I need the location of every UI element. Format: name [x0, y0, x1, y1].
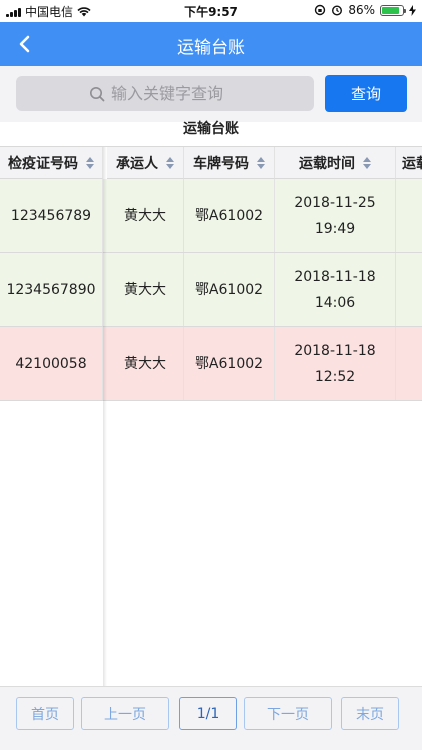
- search-box[interactable]: [16, 76, 314, 111]
- cell-time: 2018-11-25 19:49: [275, 179, 396, 252]
- sort-icon: [86, 156, 94, 169]
- charging-bolt-icon: [409, 4, 416, 16]
- nav-bar: 运输台账: [0, 22, 422, 66]
- cell-cert-no: 42100058: [0, 327, 103, 400]
- column-header-label: 车牌号码: [193, 155, 249, 172]
- cell-carrier: 黄大大: [107, 327, 184, 400]
- search-button[interactable]: 查询: [325, 75, 407, 112]
- cell-plate: 鄂A61002: [184, 253, 275, 326]
- table-row[interactable]: 1234567890 黄大大 鄂A61002 2018-11-18 14:06: [0, 253, 422, 327]
- next-page-button[interactable]: 下一页: [244, 697, 332, 730]
- column-header-label: 运载时间: [299, 155, 355, 172]
- cell-carrier: 黄大大: [107, 253, 184, 326]
- fixed-column-divider: [103, 147, 107, 687]
- cell-cargo-partial: [396, 327, 422, 400]
- prev-page-button[interactable]: 上一页: [81, 697, 169, 730]
- column-header-label: 承运人: [116, 155, 158, 172]
- rotation-lock-icon: [315, 4, 326, 16]
- current-page-indicator: 1/1: [179, 697, 237, 730]
- column-header-time[interactable]: 运载时间: [275, 147, 396, 179]
- cell-cert-no: 123456789: [0, 179, 103, 252]
- sort-icon: [363, 156, 371, 169]
- cell-time: 2018-11-18 12:52: [275, 327, 396, 400]
- page-title: 运输台账: [177, 38, 245, 58]
- first-page-button[interactable]: 首页: [16, 697, 74, 730]
- column-header-carrier[interactable]: 承运人: [107, 147, 184, 179]
- table-row[interactable]: 123456789 黄大大 鄂A61002 2018-11-25 19:49: [0, 179, 422, 253]
- cell-carrier: 黄大大: [107, 179, 184, 252]
- table-row[interactable]: 42100058 黄大大 鄂A61002 2018-11-18 12:52: [0, 327, 422, 401]
- cell-plate: 鄂A61002: [184, 179, 275, 252]
- cell-cert-no: 1234567890: [0, 253, 103, 326]
- column-header-plate[interactable]: 车牌号码: [184, 147, 275, 179]
- alarm-icon: [332, 5, 343, 16]
- last-page-button[interactable]: 末页: [341, 697, 399, 730]
- search-icon: [90, 86, 105, 101]
- search-bar: 查询: [0, 66, 422, 122]
- status-bar: 中国电信 下午9:57 86%: [0, 0, 422, 22]
- data-table: 检疫证号码 承运人 车牌号码 运载时间 运载 123456789黄大大鄂A610…: [0, 146, 422, 687]
- table-title: 运输台账: [183, 121, 239, 137]
- cell-time: 2018-11-18 14:06: [275, 253, 396, 326]
- battery-percent: 86%: [348, 3, 375, 17]
- column-header-label: 检疫证号码: [8, 155, 78, 172]
- sort-icon: [166, 156, 174, 169]
- cell-plate: 鄂A61002: [184, 327, 275, 400]
- search-input[interactable]: [111, 84, 241, 103]
- pagination: 首页 上一页 1/1 下一页 末页: [0, 686, 422, 750]
- cell-cargo-partial: [396, 179, 422, 252]
- cell-cargo-partial: [396, 253, 422, 326]
- column-header-label: 运载: [402, 155, 422, 172]
- column-header-cargo-partial[interactable]: 运载: [396, 147, 422, 179]
- column-header-cert-no[interactable]: 检疫证号码: [0, 147, 103, 179]
- status-right: 86%: [314, 3, 416, 17]
- battery-icon: [380, 4, 406, 16]
- sort-icon: [257, 156, 265, 169]
